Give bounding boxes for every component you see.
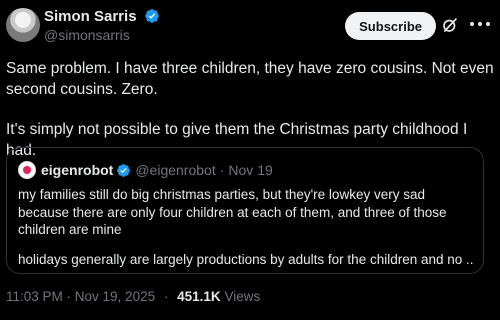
- quoted-author-display-name[interactable]: eigenrobot: [41, 162, 113, 178]
- post-meta: 11:03 PM · Nov 19, 2025 · 451.1K Views: [6, 289, 260, 304]
- post-header: Simon Sarris @simonsarris Subscribe: [6, 8, 494, 48]
- views-count: 451.1K: [177, 289, 221, 304]
- quoted-date[interactable]: Nov 19: [228, 162, 272, 178]
- author-display-name[interactable]: Simon Sarris: [44, 9, 137, 24]
- verified-badge-icon[interactable]: [144, 8, 160, 24]
- quoted-author-handle[interactable]: @eigenrobot: [135, 162, 215, 178]
- grok-icon[interactable]: [441, 16, 459, 34]
- author-names: Simon Sarris @simonsarris: [44, 8, 160, 42]
- subscribe-button[interactable]: Subscribe: [345, 12, 436, 40]
- quoted-author-avatar[interactable]: [18, 161, 36, 179]
- quoted-separator: ·: [219, 162, 225, 178]
- quoted-paragraph-2: holidays generally are largely productio…: [18, 251, 474, 267]
- post-timestamp[interactable]: 11:03 PM · Nov 19, 2025: [6, 289, 155, 304]
- quoted-post-text: my families still do big christmas parti…: [18, 186, 474, 280]
- author-avatar[interactable]: [6, 8, 40, 42]
- author-handle[interactable]: @simonsarris: [44, 28, 160, 42]
- meta-separator: ·: [163, 289, 169, 304]
- quoted-paragraph-1: my families still do big christmas parti…: [18, 187, 447, 237]
- more-options-icon[interactable]: [468, 20, 492, 28]
- quoted-verified-badge-icon: [117, 163, 131, 177]
- views-label: Views: [224, 289, 261, 304]
- quoted-post[interactable]: eigenrobot @eigenrobot · Nov 19 my famil…: [6, 147, 484, 274]
- quoted-post-header: eigenrobot @eigenrobot · Nov 19: [18, 160, 273, 180]
- post-paragraph-1: Same problem. I have three children, the…: [6, 60, 494, 98]
